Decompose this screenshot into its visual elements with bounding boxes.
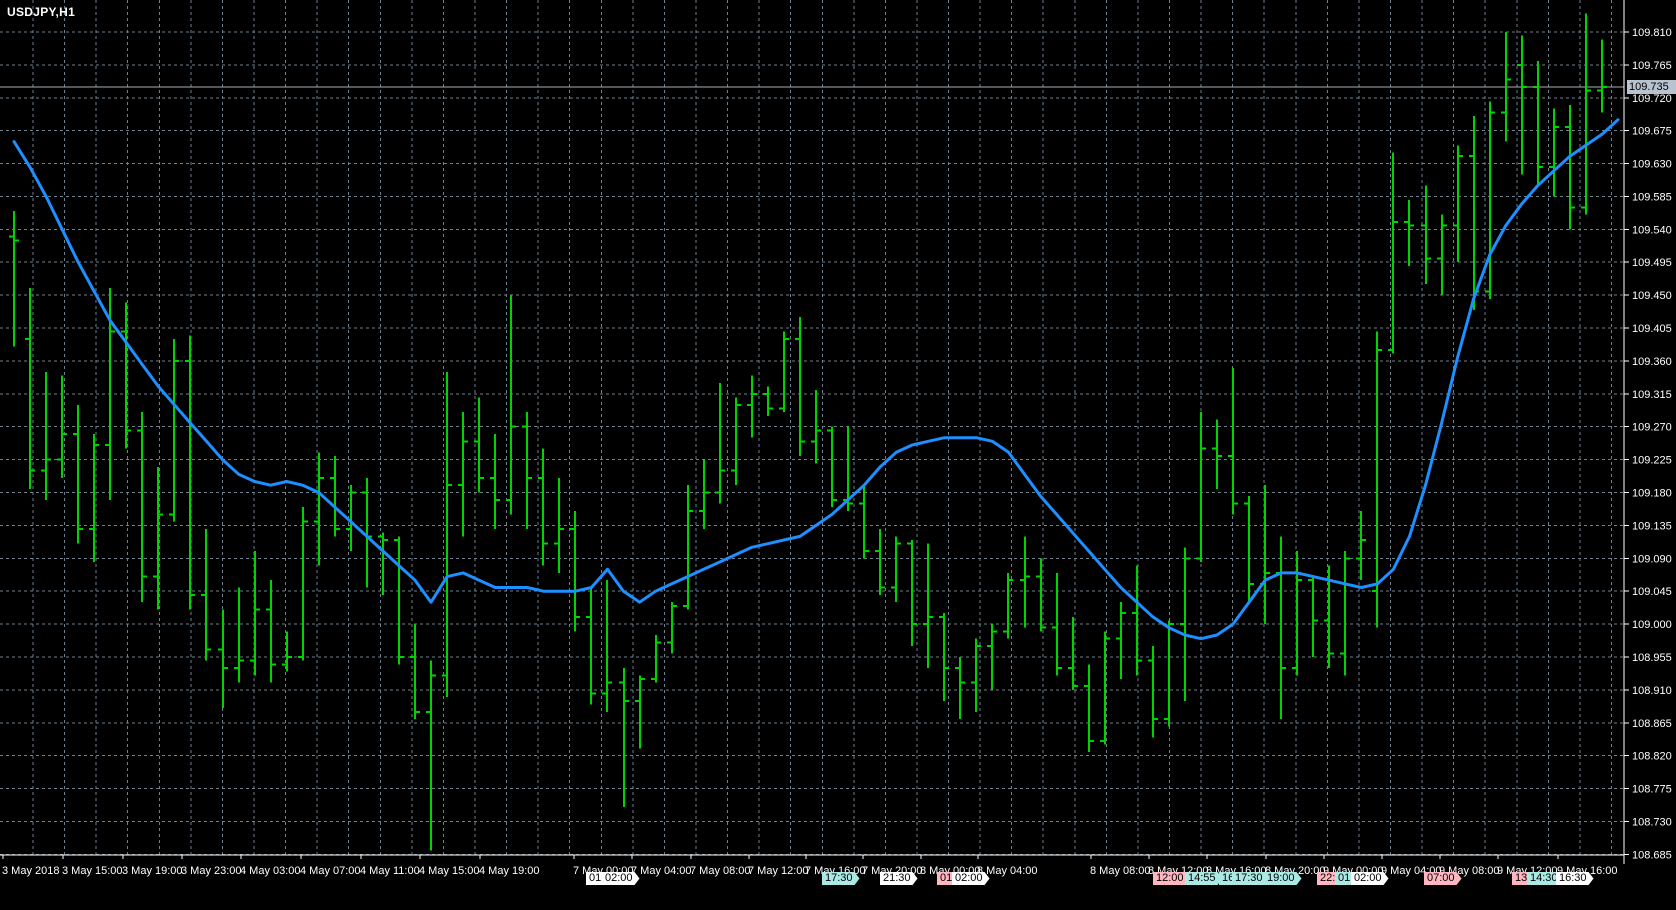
time-flag[interactable]: 17:30 bbox=[1232, 872, 1270, 885]
chart-window: 109.810109.765109.720109.675109.630109.5… bbox=[0, 0, 1676, 910]
current-price-tag: 109.735 bbox=[1627, 80, 1676, 94]
time-flag[interactable]: 02:00 bbox=[1351, 872, 1389, 885]
time-flag[interactable]: 14:55 bbox=[1185, 872, 1223, 885]
time-flag[interactable]: 16:30 bbox=[1556, 872, 1594, 885]
time-flag[interactable]: 19:00 bbox=[1264, 872, 1302, 885]
time-flag[interactable]: 02:00 bbox=[602, 872, 640, 885]
event-flags-layer: 01:02:0017:3021:3001:02:0012:0014:5516:1… bbox=[0, 0, 1676, 910]
time-flag[interactable]: 07:00 bbox=[1424, 872, 1462, 885]
symbol-timeframe-label: USDJPY,H1 bbox=[7, 5, 75, 19]
time-flag[interactable]: 21:30 bbox=[880, 872, 918, 885]
time-flag[interactable]: 17:30 bbox=[822, 872, 860, 885]
time-flag[interactable]: 12:00 bbox=[1153, 872, 1191, 885]
time-flag[interactable]: 02:00 bbox=[952, 872, 990, 885]
